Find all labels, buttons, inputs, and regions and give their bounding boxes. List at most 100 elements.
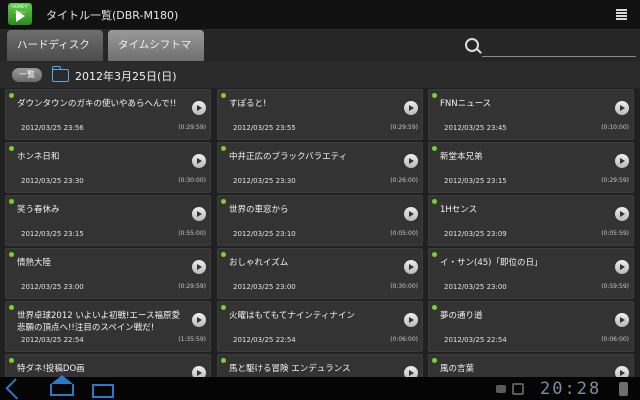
recording-card[interactable]: FNNニュース 2012/03/25 23:45 (0:10:00) <box>428 89 634 140</box>
recording-card[interactable]: おしゃれイズム 2012/03/25 23:00 (0:30:00) <box>217 248 423 299</box>
clock: 20:28 <box>540 379 602 399</box>
recording-duration: (0:30:00) <box>390 283 418 290</box>
recording-title: すぽると! <box>229 99 267 109</box>
chevron-right-icon[interactable] <box>404 154 418 168</box>
title-bar: HOMEサーバー タイトル一覧(DBR-M180) <box>0 0 640 30</box>
chevron-right-icon[interactable] <box>615 101 629 115</box>
chevron-right-icon[interactable] <box>404 313 418 327</box>
chevron-right-icon[interactable] <box>615 313 629 327</box>
recording-date: 2012/03/25 22:54 <box>21 336 84 344</box>
chevron-right-icon[interactable] <box>192 207 206 221</box>
recording-duration: (0:06:00) <box>390 336 418 343</box>
chevron-right-icon[interactable] <box>615 154 629 168</box>
recording-card[interactable]: 中井正広のブラックバラエティ 2012/03/25 23:30 (0:26:00) <box>217 142 423 193</box>
notification-icon <box>496 385 506 393</box>
recording-card[interactable]: すぽると! 2012/03/25 23:55 (0:29:59) <box>217 89 423 140</box>
chevron-right-icon[interactable] <box>615 207 629 221</box>
recording-card[interactable]: イ・サン(45)「即位の日」 2012/03/25 23:00 (0:59:59) <box>428 248 634 299</box>
recording-card[interactable]: 笑う春休み 2012/03/25 23:15 (0:55:00) <box>5 195 211 246</box>
recording-duration: (0:29:59) <box>178 124 206 131</box>
new-indicator-icon <box>432 93 437 98</box>
chevron-right-icon[interactable] <box>404 366 418 377</box>
recording-date: 2012/03/25 23:30 <box>21 177 84 185</box>
folder-row: 一覧 2012年3月25日(日) <box>0 62 640 88</box>
recording-duration: (0:29:59) <box>390 124 418 131</box>
chevron-right-icon[interactable] <box>404 260 418 274</box>
recording-card[interactable]: ホンネ日和 2012/03/25 23:30 (0:30:00) <box>5 142 211 193</box>
chevron-right-icon[interactable] <box>404 207 418 221</box>
recording-duration: (0:29:59) <box>178 283 206 290</box>
recording-card[interactable]: 特ダネ!投稿DO画 <box>5 354 211 377</box>
chevron-right-icon[interactable] <box>192 154 206 168</box>
recording-date: 2012/03/25 23:10 <box>233 230 296 238</box>
home-icon[interactable] <box>50 375 74 396</box>
new-indicator-icon <box>432 358 437 363</box>
recording-card[interactable]: 情熱大陸 2012/03/25 23:00 (0:29:59) <box>5 248 211 299</box>
app-title: タイトル一覧(DBR-M180) <box>46 9 179 22</box>
recording-title: 新堂本兄弟 <box>440 152 483 162</box>
recording-duration: (0:30:00) <box>178 177 206 184</box>
recording-date: 2012/03/25 23:00 <box>21 283 84 291</box>
recording-title: 風の言葉 <box>440 364 475 374</box>
recording-title: 馬と駆ける冒険 エンデュランス <box>229 364 351 374</box>
new-indicator-icon <box>432 199 437 204</box>
new-indicator-icon <box>9 358 14 363</box>
recording-card[interactable]: 風の言葉 <box>428 354 634 377</box>
recent-apps-icon[interactable] <box>92 384 114 398</box>
battery-icon <box>619 382 628 396</box>
recording-title: 世界卓球2012 いよいよ初戦!エース福原愛悲願の頂点へ!!注目のスペイン戦だ! <box>17 311 180 333</box>
back-icon[interactable] <box>5 378 27 400</box>
recording-date: 2012/03/25 23:30 <box>233 177 296 185</box>
app-logo-icon: HOMEサーバー <box>8 3 32 25</box>
new-indicator-icon <box>221 305 226 310</box>
chevron-right-icon[interactable] <box>615 366 629 377</box>
recording-duration: (0:26:00) <box>390 177 418 184</box>
play-icon <box>16 10 25 22</box>
recording-title: 夢の通り道 <box>440 311 483 321</box>
status-icons <box>496 383 536 395</box>
chevron-right-icon[interactable] <box>192 101 206 115</box>
recording-duration: (0:55:00) <box>178 230 206 237</box>
recording-card[interactable]: 火曜はもてもてナインティナイン 2012/03/25 22:54 (0:06:00) <box>217 301 423 352</box>
new-indicator-icon <box>432 146 437 151</box>
recording-card[interactable]: 世界卓球2012 いよいよ初戦!エース福原愛悲願の頂点へ!!注目のスペイン戦だ!… <box>5 301 211 352</box>
chevron-right-icon[interactable] <box>615 260 629 274</box>
chevron-right-icon[interactable] <box>192 366 206 377</box>
recording-duration: (0:06:00) <box>601 336 629 343</box>
recording-card[interactable]: ダウンタウンのガキの使いやあらへんで!! 2012/03/25 23:56 (0:2… <box>5 89 211 140</box>
search-input[interactable] <box>482 36 636 57</box>
new-indicator-icon <box>432 252 437 257</box>
search-icon[interactable] <box>465 38 479 52</box>
new-indicator-icon <box>221 358 226 363</box>
new-indicator-icon <box>9 146 14 151</box>
recording-title: ホンネ日和 <box>17 152 60 162</box>
list-back-button[interactable]: 一覧 <box>12 68 42 82</box>
chevron-right-icon[interactable] <box>192 260 206 274</box>
recording-title: イ・サン(45)「即位の日」 <box>440 258 543 268</box>
recording-card[interactable]: 馬と駆ける冒険 エンデュランス <box>217 354 423 377</box>
recording-date: 2012/03/25 23:00 <box>233 283 296 291</box>
chevron-right-icon[interactable] <box>192 313 206 327</box>
new-indicator-icon <box>221 93 226 98</box>
navigation-bar: 20:28 <box>0 375 640 400</box>
new-indicator-icon <box>432 305 437 310</box>
new-indicator-icon <box>9 305 14 310</box>
tab-time-shift-machine[interactable]: タイムシフトマシン <box>108 30 204 82</box>
menu-icon[interactable] <box>616 9 627 20</box>
recording-card[interactable]: 夢の通り道 2012/03/25 22:54 (0:06:00) <box>428 301 634 352</box>
recording-card[interactable]: 1Hセンス 2012/03/25 23:09 (0:05:59) <box>428 195 634 246</box>
chevron-right-icon[interactable] <box>404 101 418 115</box>
recording-title: 笑う春休み <box>17 205 60 215</box>
recording-card[interactable]: 新堂本兄弟 2012/03/25 23:15 (0:29:59) <box>428 142 634 193</box>
folder-date: 2012年3月25日(日) <box>75 70 177 83</box>
recording-duration: (0:59:59) <box>601 283 629 290</box>
recording-title: 特ダネ!投稿DO画 <box>17 364 85 374</box>
recording-date: 2012/03/25 22:54 <box>444 336 507 344</box>
recording-date: 2012/03/25 23:15 <box>21 230 84 238</box>
recording-duration: (0:10:00) <box>601 124 629 131</box>
recording-card[interactable]: 世界の車窓から 2012/03/25 23:10 (0:05:00) <box>217 195 423 246</box>
recording-duration: (0:29:59) <box>601 177 629 184</box>
tab-hard-disk-1[interactable]: ハードディスク1 <box>7 30 103 82</box>
new-indicator-icon <box>9 199 14 204</box>
new-indicator-icon <box>9 93 14 98</box>
